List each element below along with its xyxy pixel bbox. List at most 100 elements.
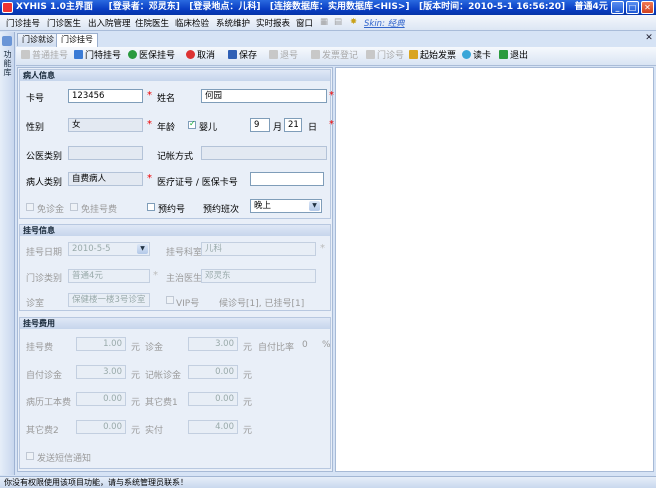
category-input[interactable]: 普通4元: [68, 269, 150, 283]
record-fee-input[interactable]: 0.00: [76, 392, 126, 406]
exam-fee-input[interactable]: 3.00: [188, 337, 238, 351]
refund-button[interactable]: 退号: [269, 50, 298, 63]
reg-dept-input[interactable]: 儿科: [201, 242, 316, 256]
menu-item-lab[interactable]: 临床检验: [175, 17, 209, 29]
reg-fee-label: 挂号费: [26, 343, 54, 353]
room-input[interactable]: 保健楼一楼3号诊室: [68, 293, 150, 307]
other2-label: 其它费2: [26, 426, 59, 436]
menu-item-reports[interactable]: 实时报表: [256, 17, 290, 29]
shift-value: 晚上: [254, 201, 272, 211]
refund-icon: [269, 50, 278, 59]
outpatient-no-label: 门诊号: [377, 51, 405, 61]
age-month-input[interactable]: 9: [250, 118, 270, 132]
doctor-input[interactable]: 邓灵东: [201, 269, 316, 283]
close-tab-icon[interactable]: ✕: [644, 34, 654, 44]
acct-exam-label: 记帐诊金: [145, 371, 182, 381]
self-exam-input[interactable]: 3.00: [76, 365, 126, 379]
required-mark: *: [153, 270, 158, 281]
required-mark: *: [329, 119, 334, 130]
vip-label: VIP号: [176, 299, 200, 309]
sex-input[interactable]: 女: [68, 118, 143, 132]
reg-fee-input[interactable]: 1.00: [76, 337, 126, 351]
appointment-checkbox[interactable]: [147, 203, 155, 211]
exit-icon: [499, 50, 508, 59]
free-reg-checkbox[interactable]: [70, 203, 78, 211]
cancel-button[interactable]: 取消: [186, 50, 215, 63]
menu-item-inpatient-doctor[interactable]: 住院医生: [135, 17, 169, 29]
paid-label: 实付: [145, 426, 164, 436]
patient-info-header: 病人信息: [20, 70, 330, 81]
read-card-button[interactable]: 读卡: [462, 50, 491, 63]
self-ratio-value: 0: [302, 340, 308, 350]
outpatient-no-button[interactable]: 门诊号: [366, 50, 404, 63]
maximize-button[interactable]: □: [626, 1, 639, 14]
card-no-label: 卡号: [26, 94, 45, 104]
sms-checkbox[interactable]: [26, 452, 34, 460]
special-reg-label: 门特挂号: [85, 51, 122, 61]
exam-fee-label: 诊金: [145, 343, 164, 353]
yuan-unit: 元: [243, 426, 253, 436]
card-no-input[interactable]: 123456: [68, 89, 143, 103]
patient-type-label: 病人类别: [26, 178, 63, 188]
menu-item-admission[interactable]: 出入院管理: [88, 17, 131, 29]
patient-type-input[interactable]: 自费病人: [68, 172, 143, 186]
yuan-unit: 元: [131, 426, 141, 436]
medcard-input[interactable]: [250, 172, 324, 186]
start-invoice-icon: [409, 50, 418, 59]
fees-section: 挂号费用 挂号费 1.00 元 诊金 3.00 元 自付比率 0 % 自付诊金 …: [19, 317, 331, 469]
required-mark: *: [147, 119, 152, 130]
tab-outpatient-registration[interactable]: 门诊挂号: [56, 33, 98, 47]
other2-input[interactable]: 0.00: [76, 420, 126, 434]
function-library-strip[interactable]: 功能库: [0, 32, 15, 475]
name-label: 姓名: [157, 94, 176, 104]
required-mark: *: [147, 90, 152, 101]
app-title: XYHIS 1.0主界面: [16, 2, 93, 12]
read-card-label: 读卡: [473, 51, 492, 61]
menu-item-window[interactable]: 窗口: [296, 17, 313, 29]
other1-input[interactable]: 0.00: [188, 392, 238, 406]
menu-item-system[interactable]: 系统维护: [216, 17, 250, 29]
required-mark: *: [320, 243, 325, 254]
normal-reg-button[interactable]: 普通挂号: [21, 50, 68, 63]
name-input[interactable]: 何园: [201, 89, 327, 103]
account-method-input[interactable]: [201, 146, 327, 160]
tile-icon[interactable]: ▦: [320, 17, 328, 27]
percent-unit: %: [322, 340, 331, 350]
free-exam-checkbox[interactable]: [26, 203, 34, 211]
vip-checkbox[interactable]: [166, 296, 174, 304]
menu-item-outpatient-reg[interactable]: 门诊挂号: [6, 17, 40, 29]
skin-selector[interactable]: Skin: 经典: [364, 17, 405, 29]
invoice-register-label: 发票登记: [322, 51, 359, 61]
start-invoice-button[interactable]: 起始发票: [409, 50, 456, 63]
chevron-down-icon[interactable]: ▼: [309, 201, 320, 211]
shift-select[interactable]: 晚上 ▼: [250, 199, 322, 213]
read-card-icon: [462, 50, 471, 59]
age-day-input[interactable]: 21: [284, 118, 302, 132]
tab-outpatient-visit[interactable]: 门诊就诊: [17, 33, 59, 46]
status-bar: 你没有权限使用该项目功能，请与系统管理员联系！: [0, 476, 656, 488]
save-button[interactable]: 保存: [228, 50, 257, 63]
menu-item-outpatient-doctor[interactable]: 门诊医生: [47, 17, 81, 29]
refund-label: 退号: [280, 51, 299, 61]
paid-input[interactable]: 4.00: [188, 420, 238, 434]
public-type-input[interactable]: [68, 146, 143, 160]
invoice-register-button[interactable]: 发票登记: [311, 50, 358, 63]
app-icon: [2, 2, 13, 13]
infant-checkbox[interactable]: [188, 119, 196, 129]
theme-icon[interactable]: ✸: [350, 17, 357, 27]
minimize-button[interactable]: _: [611, 1, 624, 14]
acct-exam-input[interactable]: 0.00: [188, 365, 238, 379]
cascade-icon[interactable]: ▤: [334, 17, 342, 27]
exit-button[interactable]: 退出: [499, 50, 528, 63]
insurance-icon: [128, 50, 137, 59]
public-type-label: 公医类别: [26, 152, 63, 162]
fees-header: 挂号费用: [20, 318, 330, 329]
special-reg-button[interactable]: 门特挂号: [74, 50, 121, 63]
chevron-down-icon[interactable]: ▼: [137, 244, 148, 254]
reg-date-picker[interactable]: 2010-5-5 ▼: [68, 242, 150, 256]
save-icon: [228, 50, 237, 59]
normal-reg-label: 普通挂号: [32, 51, 69, 61]
close-button[interactable]: ✕: [641, 1, 654, 14]
insurance-reg-button[interactable]: 医保挂号: [128, 50, 175, 63]
cancel-label: 取消: [197, 51, 216, 61]
